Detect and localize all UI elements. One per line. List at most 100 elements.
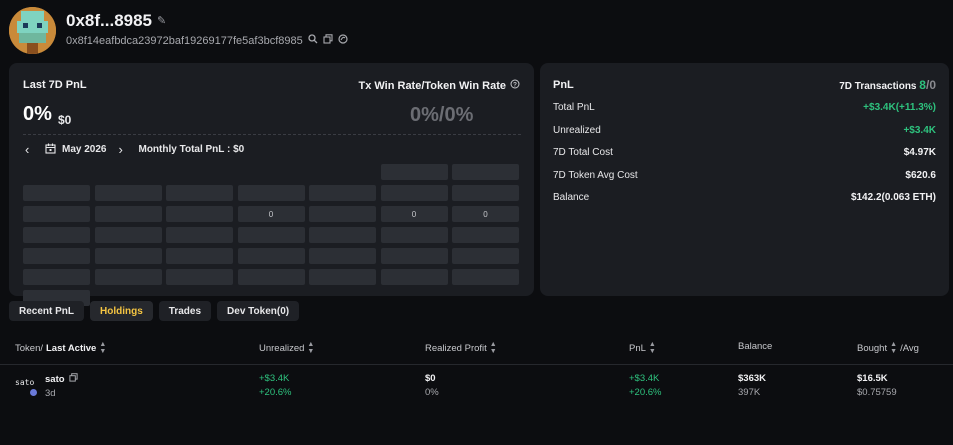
calendar-day-cell (94, 269, 162, 285)
token-name: sato (45, 373, 65, 385)
monthly-total-pnl: Monthly Total PnL : $0 (138, 144, 245, 155)
realized-percent: 0% (425, 387, 439, 398)
calendar-day-cell (380, 248, 448, 264)
cell-realized: $0 0% (425, 373, 439, 398)
tab-holdings[interactable]: Holdings (90, 301, 153, 321)
svg-text:?: ? (513, 82, 517, 89)
calendar-day-cell (380, 164, 448, 180)
transactions-label: 7D Transactions (839, 81, 917, 92)
token-last-active: 3d (45, 388, 56, 399)
wallet-avatar (9, 7, 56, 54)
cell-unrealized: +$3.4K +20.6% (259, 373, 292, 398)
chevron-right-icon[interactable]: › (118, 142, 132, 157)
header-balance-text: Balance (738, 341, 773, 352)
calendar-day-cell (309, 227, 376, 243)
copy-icon[interactable] (68, 373, 78, 385)
calendar-day-cell (94, 227, 162, 243)
bought-value: $16.5K (857, 373, 888, 384)
tx-win-count: 8 (919, 78, 926, 92)
calendar-day-cell (309, 269, 376, 285)
last-7d-pnl-label: Last 7D PnL (23, 79, 87, 91)
wallet-full-address-text: 0x8f14eafbdca23972baf19269177fe5af3bcf89… (66, 34, 303, 47)
stat-label: Unrealized (553, 124, 601, 136)
calendar-day-cell (23, 206, 90, 222)
stat-value: +$3.4K(+11.3%) (863, 101, 936, 113)
transactions-count: 7D Transactions 8/0 (839, 78, 936, 92)
calendar-day-cell (380, 269, 448, 285)
unrealized-value: +$3.4K (259, 373, 290, 384)
calendar-day-cell: 0 (452, 206, 519, 222)
ethereum-chain-icon (30, 389, 37, 396)
calendar-day-cell: 0 (237, 206, 305, 222)
wallet-short-address: 0x8f...8985 ✎ (66, 11, 166, 31)
calendar-day-cell: 0 (380, 206, 448, 222)
sort-icon[interactable]: ▲ ▼ (307, 341, 314, 355)
calendar-day-cell (452, 269, 519, 285)
sort-icon[interactable]: ▲ ▼ (490, 341, 497, 355)
calendar-grid: 000 (23, 164, 519, 306)
balance-value: $363K (738, 373, 766, 384)
chevron-left-icon[interactable]: ‹ (25, 142, 39, 157)
calendar-day-cell (452, 185, 519, 201)
header-avg-text: /Avg (900, 342, 919, 354)
info-icon[interactable]: ? (510, 79, 520, 92)
calendar-day-cell (94, 185, 162, 201)
stat-row-balance: Balance $142.2(0.063 ETH) (553, 190, 936, 204)
pnl-calendar-card: Last 7D PnL Tx Win Rate/Token Win Rate ?… (9, 63, 534, 306)
calendar-day-cell (94, 248, 162, 264)
calendar-day-cell (23, 269, 90, 285)
sort-icon[interactable]: ▲ ▼ (890, 341, 897, 355)
cell-balance: $363K 397K (738, 373, 766, 398)
stat-label: Total PnL (553, 101, 595, 113)
tab-recent-pnl[interactable]: Recent PnL (9, 301, 85, 321)
stat-label: Balance (553, 191, 590, 203)
calendar-day-cell (166, 227, 233, 243)
calendar-day-cell (166, 248, 233, 264)
stat-row-avg-cost: 7D Token Avg Cost $620.6 (553, 168, 936, 182)
win-rate-value: 0%/0% (410, 104, 474, 126)
column-header-token[interactable]: Token/Last Active ▲ ▼ (15, 341, 106, 355)
wallet-full-address: 0x8f14eafbdca23972baf19269177fe5af3bcf89… (66, 34, 348, 47)
sort-icon[interactable]: ▲ ▼ (649, 341, 656, 355)
calendar-day-cell (380, 227, 448, 243)
calendar-day-cell (23, 185, 90, 201)
stat-row-total-cost: 7D Total Cost $4.97K (553, 145, 936, 159)
month-label: May 2026 (62, 144, 107, 155)
pnl-percent: 0% (23, 103, 52, 125)
calendar-day-cell (166, 269, 233, 285)
stat-label: 7D Token Avg Cost (553, 169, 638, 181)
calendar-day-cell (237, 185, 305, 201)
header-unrealized-text: Unrealized (259, 342, 305, 354)
search-icon[interactable] (308, 34, 318, 47)
pnl-stats-card: PnL 7D Transactions 8/0 Total PnL +$3.4K… (540, 63, 949, 296)
table-divider (0, 364, 953, 365)
copy-icon[interactable] (323, 34, 333, 47)
column-header-realized[interactable]: Realized Profit ▲ ▼ (425, 341, 497, 355)
stat-row-unrealized: Unrealized +$3.4K (553, 123, 936, 137)
calendar-day-cell (380, 185, 448, 201)
sort-icon[interactable]: ▲ ▼ (99, 341, 106, 355)
stat-value: $620.6 (905, 169, 936, 181)
header-pnl-text: PnL (629, 342, 646, 354)
globe-icon[interactable] (338, 34, 348, 47)
calendar-day-cell (237, 248, 305, 264)
divider (23, 134, 521, 135)
column-header-bought[interactable]: Bought ▲ ▼ /Avg (857, 341, 919, 355)
column-header-unrealized[interactable]: Unrealized ▲ ▼ (259, 341, 314, 355)
calendar-day-cell (452, 227, 519, 243)
tab-dev-token[interactable]: Dev Token(0) (217, 301, 300, 321)
pencil-icon[interactable]: ✎ (157, 15, 166, 27)
calendar-day-cell (309, 248, 376, 264)
header-realized-text: Realized Profit (425, 342, 487, 354)
column-header-pnl[interactable]: PnL ▲ ▼ (629, 341, 656, 355)
calendar-day-cell (452, 248, 519, 264)
calendar-day-cell (237, 227, 305, 243)
calendar-day-cell (309, 206, 376, 222)
calendar-day-cell (452, 164, 519, 180)
calendar-day-cell (309, 185, 376, 201)
balance-amount: 397K (738, 387, 761, 398)
wallet-short-address-text: 0x8f...8985 (66, 11, 153, 30)
tab-trades[interactable]: Trades (158, 301, 212, 321)
calendar-icon (45, 143, 56, 157)
table-row-token[interactable]: sato 3d (45, 373, 78, 399)
